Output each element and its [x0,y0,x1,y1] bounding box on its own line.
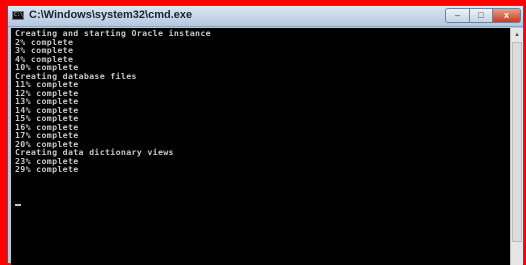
text-cursor [15,204,21,206]
cmd-app-icon[interactable]: C:\ [12,11,24,20]
vertical-scrollbar[interactable]: ▲ [510,28,523,265]
window-controls: – □ x [445,8,521,23]
cmd-app-icon-label: C:\ [14,12,24,18]
maximize-button[interactable]: □ [470,8,493,23]
cmd-window: C:\ C:\Windows\system32\cmd.exe – □ x Cr… [7,5,524,265]
console-lines: Creating and starting Oracle instance 2% … [15,29,211,174]
maximize-icon: □ [478,10,484,20]
scroll-thumb[interactable] [512,42,522,242]
console-output[interactable]: Creating and starting Oracle instance 2% … [11,28,510,265]
minimize-icon: – [454,10,460,20]
minimize-button[interactable]: – [445,8,470,23]
window-title: C:\Windows\system32\cmd.exe [29,9,193,21]
console-line: 29% complete [15,164,79,174]
title-bar[interactable]: C:\ C:\Windows\system32\cmd.exe – □ x [8,6,523,27]
close-icon: x [503,10,509,20]
close-button[interactable]: x [493,8,521,23]
scroll-up-arrow-icon[interactable]: ▲ [511,28,523,41]
